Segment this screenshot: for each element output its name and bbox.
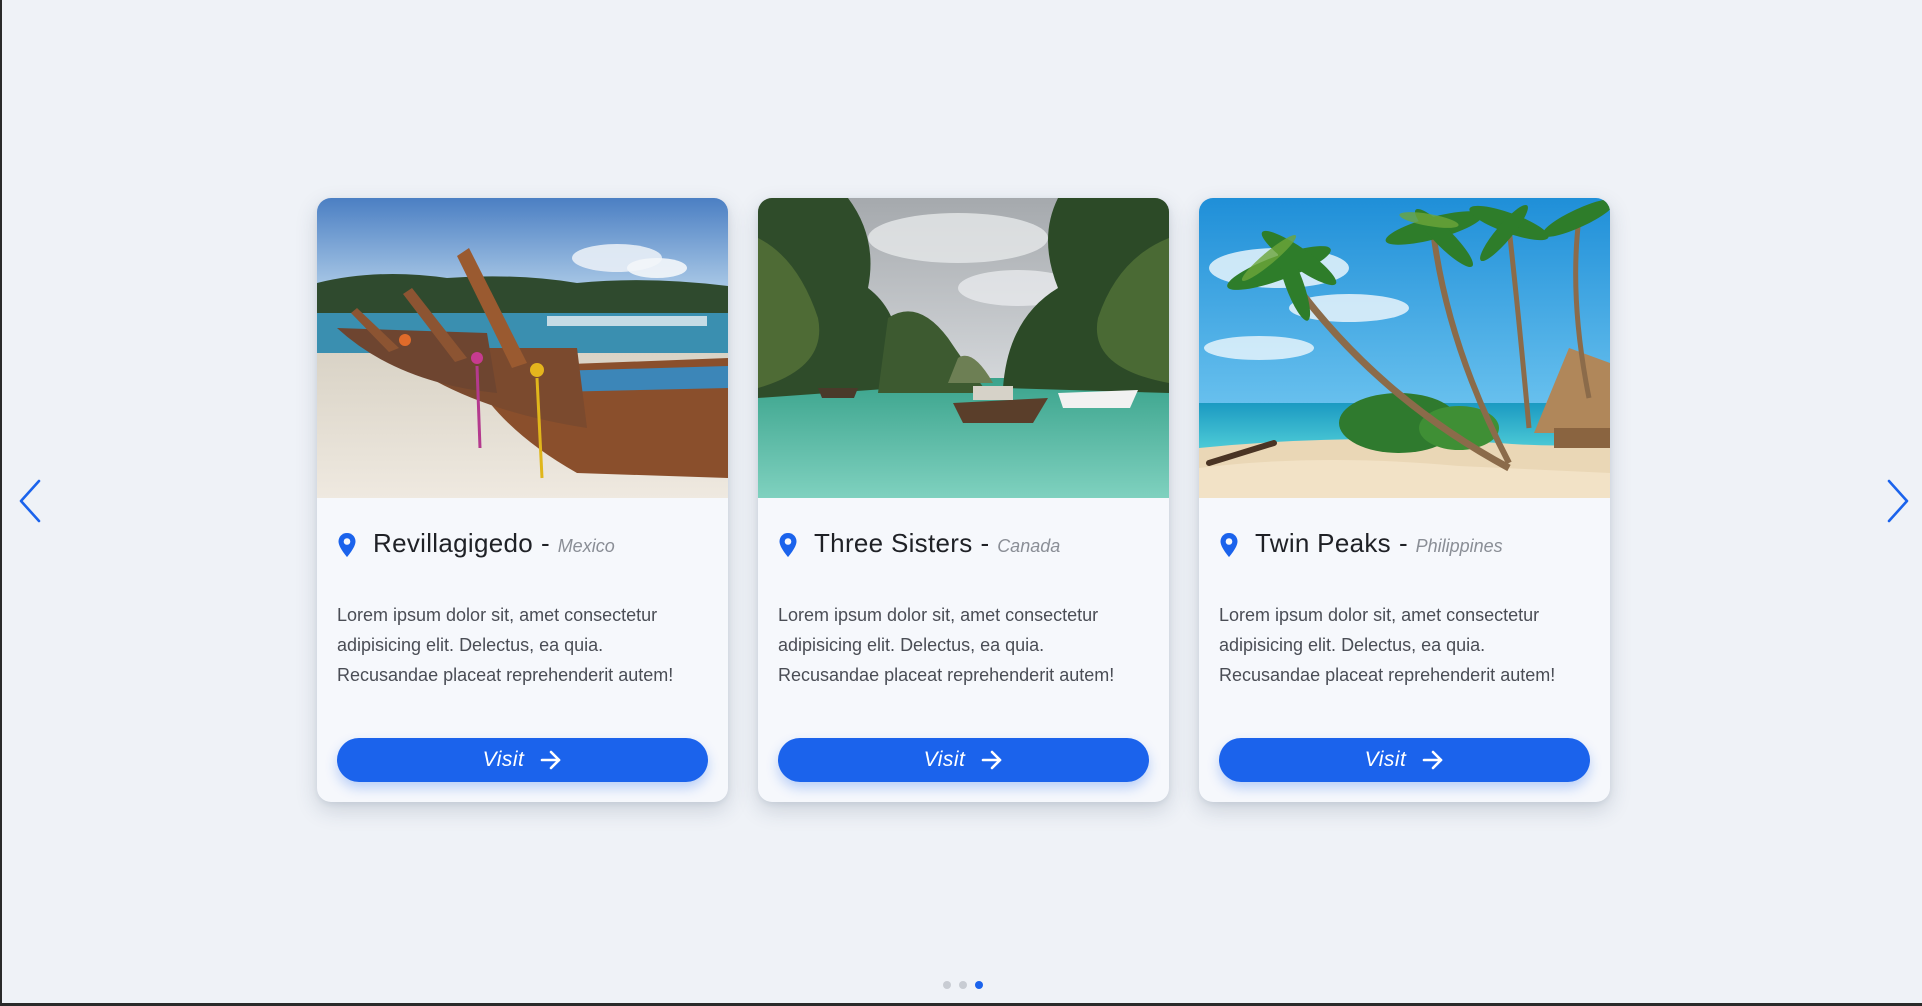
visit-button[interactable]: Visit [337,738,708,782]
arrow-right-icon [1422,750,1444,770]
arrow-right-icon [540,750,562,770]
card-image-palm-beach [1199,198,1610,498]
chevron-right-icon [1887,479,1909,523]
card-image-beach-boats [317,198,728,498]
arrow-right-icon [981,750,1003,770]
card-country: Canada [997,536,1061,556]
card-title: Revillagigedo [373,528,534,558]
map-pin-icon [337,532,357,558]
card-description: Lorem ipsum dolor sit, amet consectetur … [778,605,1115,685]
map-pin-icon [1219,532,1239,558]
card-country: Philippines [1415,536,1503,556]
card-title: Three Sisters [814,528,973,558]
visit-button[interactable]: Visit [1219,738,1590,782]
carousel-prev-button[interactable] [10,476,50,526]
card-title-row: Revillagigedo - Mexico [337,528,708,562]
visit-button-label: Visit [923,748,966,771]
map-pin-icon [778,532,798,558]
card-description: Lorem ipsum dolor sit, amet consectetur … [337,605,674,685]
card-image-lagoon-cliffs [758,198,1169,498]
carousel-stage: Revillagigedo - Mexico Lorem ipsum dolor… [2,0,1922,1003]
card-title-row: Three Sisters - Canada [778,528,1149,562]
destination-card: Twin Peaks - Philippines Lorem ipsum dol… [1199,198,1610,802]
chevron-left-icon [19,479,41,523]
card-title: Twin Peaks [1255,528,1391,558]
pagination-dot[interactable] [975,981,983,989]
pagination-dot[interactable] [959,981,967,989]
card-title-row: Twin Peaks - Philippines [1219,528,1590,562]
visit-button-label: Visit [1364,748,1407,771]
carousel-pagination [943,981,983,989]
visit-button-label: Visit [482,748,525,771]
card-list: Revillagigedo - Mexico Lorem ipsum dolor… [317,198,1610,802]
pagination-dot[interactable] [943,981,951,989]
card-title-separator: - [980,528,990,558]
card-title-separator: - [541,528,550,558]
destination-card: Revillagigedo - Mexico Lorem ipsum dolor… [317,198,728,802]
destination-card: Three Sisters - Canada Lorem ipsum dolor… [758,198,1169,802]
visit-button[interactable]: Visit [778,738,1149,782]
card-country: Mexico [557,536,615,556]
card-title-separator: - [1398,528,1408,558]
card-description: Lorem ipsum dolor sit, amet consectetur … [1219,605,1556,685]
carousel-next-button[interactable] [1878,476,1918,526]
